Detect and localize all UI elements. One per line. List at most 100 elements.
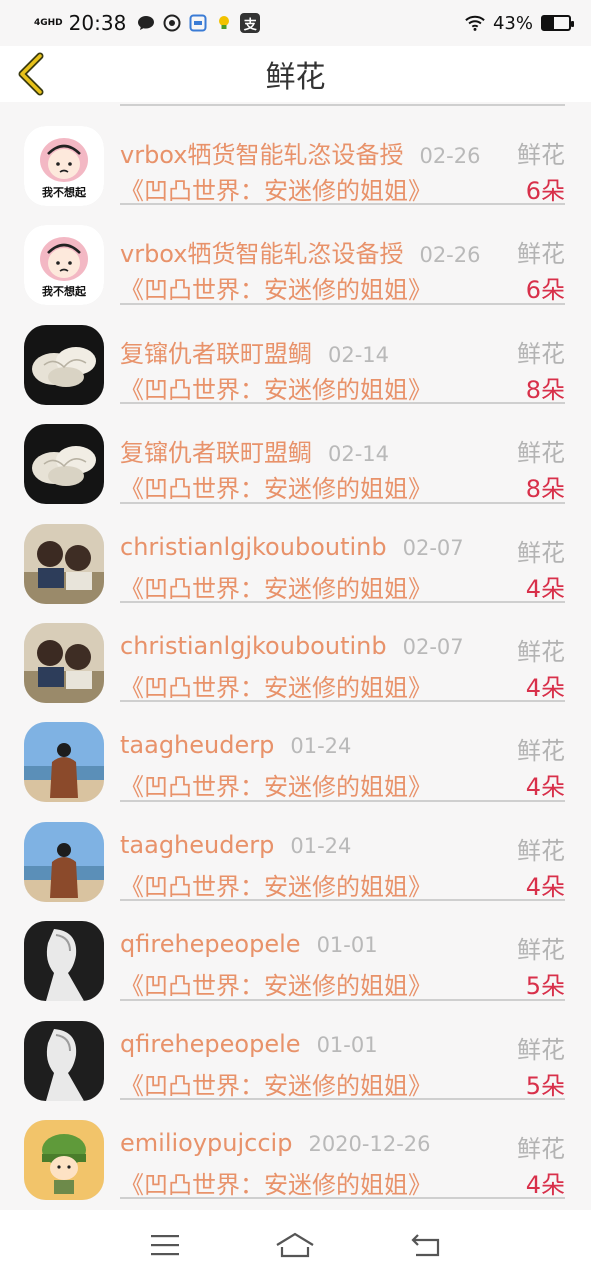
avatar-caption: 我不想起 xyxy=(42,285,86,299)
list-item[interactable]: christianlgjkouboutinb 02-07 鲜花《凹凸世界：安迷修的姐… xyxy=(0,603,591,703)
gift-count: 8朵 xyxy=(525,475,565,504)
book-title: 《凹凸世界：安迷修的姐姐》 xyxy=(120,375,432,404)
avatar[interactable] xyxy=(24,1119,104,1200)
sender-name-text: 复镩仇者联町盟鲷 xyxy=(120,339,312,368)
sender-name-text: vrbox牺货智能轧恣设备授 xyxy=(120,141,404,169)
sender-name-text: vrbox牺货智能轧恣设备授 xyxy=(120,240,404,269)
list-item[interactable]: 复镩仇者联町盟鲷 02-14 鲜花《凹凸世界：安迷修的姐姐》 8朵 xyxy=(0,404,591,505)
book-title: 《凹凸世界：安迷修的姐姐》 xyxy=(120,773,432,802)
gift-date: 02-26 xyxy=(419,144,481,168)
gift-count: 8朵 xyxy=(525,375,565,404)
system-back-button[interactable] xyxy=(396,1220,456,1270)
home-icon xyxy=(276,1232,315,1258)
sender-name-text: qfirehepeopele xyxy=(120,930,301,959)
list-item[interactable]: 我不想起 vrbox牺货智能轧恣设备授 02-26 鲜花《凹凸世界：安迷修的姐姐》 6朵 xyxy=(0,106,591,206)
gift-list[interactable]: 我不想起 vrbox牺货智能轧恣设备授 02-26 鲜花 《凹凸世界：安迷修的姐姐》 6朵… xyxy=(0,102,591,1210)
sender-name-text: taagheuderp xyxy=(120,731,275,760)
sender-name-text: 复镩仇者联町盟鲷 xyxy=(120,439,312,468)
gift-date: 02-14 xyxy=(328,442,390,467)
avatar[interactable]: 我不想起 xyxy=(24,126,104,206)
gift-type: 鲜花 xyxy=(517,637,565,666)
gift-type: 鲜花 xyxy=(517,538,565,567)
gift-type: 鲜花 xyxy=(517,439,565,468)
gift-date: 02-26 xyxy=(419,243,481,268)
back-button[interactable] xyxy=(14,52,50,96)
gift-count: 4朵 xyxy=(525,872,565,901)
home-button[interactable] xyxy=(265,1220,325,1270)
battery-icon xyxy=(541,15,574,31)
list-item[interactable]: 复镩仇者联町盟鲷 02-14 鲜花 《凹凸世界：安迷修的姐姐》 8朵 xyxy=(0,305,591,405)
gift-date: 01-01 xyxy=(316,933,378,958)
wifi-icon xyxy=(465,13,485,33)
gift-date: 01-24 xyxy=(290,833,352,858)
gift-count: 6朵 xyxy=(525,177,565,205)
book-title: 《凹凸世界：安迷修的姐姐》 xyxy=(120,1071,432,1100)
gift-count: 6朵 xyxy=(525,276,565,305)
list-item[interactable]: christianlgjkouboutinb 02-07 鲜花《凹凸世界：安迷修的姐… xyxy=(0,504,591,604)
back-icon xyxy=(411,1234,439,1257)
book-title: 《凹凸世界：安迷修的姐姐》 xyxy=(120,574,432,603)
sender-name: christianlgjkouboutinb 02-07 xyxy=(120,533,464,561)
avatar[interactable] xyxy=(24,1020,104,1101)
list-item[interactable]: qfirehepeopele 01-01 鲜花 《凹凸世界：安迷修的姐姐》 5朵 xyxy=(0,1001,591,1101)
avatar[interactable] xyxy=(24,622,104,703)
gift-date: 01-01 xyxy=(316,1032,378,1057)
avatar[interactable]: 我不想起 xyxy=(24,225,104,306)
gift-type: 鲜花 xyxy=(517,240,565,269)
bulb-icon xyxy=(214,13,234,33)
app-square-icon xyxy=(188,13,208,33)
divider xyxy=(120,1197,565,1200)
sender-name-text: christianlgjkouboutinb xyxy=(120,532,387,561)
sender-name: taagheuderp 01-24 xyxy=(120,831,351,859)
sender-name: vrbox牺货智能轧恣设备授 02-26 xyxy=(120,234,480,269)
book-title: 《凹凸世界：安迷修的姐姐》 xyxy=(120,475,432,504)
avatar[interactable] xyxy=(24,523,104,604)
sender-name: taagheuderp 01-24 xyxy=(120,731,351,759)
gift-count: 4朵 xyxy=(525,773,565,802)
sender-name: emilioypujccip 2020-12-26 xyxy=(120,1129,431,1157)
gift-date: 02-14 xyxy=(328,342,390,367)
list-item[interactable]: emilioypujccip 2020-12-26 鲜花《凹凸世界：安迷修的姐姐》 4… xyxy=(0,1100,591,1200)
chevron-left-icon xyxy=(18,52,44,96)
chat-bubble-icon xyxy=(136,13,156,33)
status-time: 20:38 xyxy=(68,11,127,35)
menu-icon xyxy=(151,1235,180,1256)
sender-name: vrbox牺货智能轧恣设备授 02-26 xyxy=(120,135,480,170)
book-title: 《凹凸世界：安迷修的姐姐》 xyxy=(120,972,432,1001)
sender-name: 复镩仇者联町盟鲷 02-14 xyxy=(120,334,389,369)
menu-button[interactable] xyxy=(135,1220,195,1270)
avatar[interactable] xyxy=(24,424,104,505)
status-bar: 4GHD 20:38 支 43% xyxy=(0,0,591,46)
book-title: 《凹凸世界：安迷修的姐姐》 xyxy=(120,1170,432,1199)
book-title: 《凹凸世界：安迷修的姐姐》 xyxy=(120,177,432,205)
gift-type: 鲜花 xyxy=(517,836,565,865)
list-item[interactable]: taagheuderp 01-24 鲜花 《凹凸世界：安迷修的姐姐》 4朵 xyxy=(0,802,591,902)
avatar[interactable] xyxy=(24,921,104,1002)
gift-count: 5朵 xyxy=(525,1071,565,1100)
list-item[interactable]: qfirehepeopele 01-01 鲜花 《凹凸世界：安迷修的姐姐》 5朵 xyxy=(0,901,591,1002)
alipay-icon: 支 xyxy=(240,13,261,33)
alipay-glyph: 支 xyxy=(243,17,257,33)
sender-name: 复镩仇者联町盟鲷 02-14 xyxy=(120,433,389,468)
app-circle-icon xyxy=(162,13,182,33)
gift-type: 鲜花 xyxy=(517,737,565,766)
avatar[interactable] xyxy=(24,722,104,803)
book-title: 《凹凸世界：安迷修的姐姐》 xyxy=(120,673,432,702)
network-indicator: 4GHD xyxy=(34,17,63,28)
sender-name: qfirehepeopele 01-01 xyxy=(120,1030,378,1058)
sender-name-text: christianlgjkouboutinb xyxy=(120,631,387,660)
list-item[interactable]: taagheuderp 01-24 鲜花《凹凸世界：安迷修的姐姐》 4朵 xyxy=(0,702,591,803)
avatar[interactable] xyxy=(24,821,104,902)
sender-name: christianlgjkouboutinb 02-07 xyxy=(120,632,464,660)
gift-type: 鲜花 xyxy=(517,141,565,169)
gift-date: 2020-12-26 xyxy=(308,1131,431,1156)
gift-date: 01-24 xyxy=(290,734,352,759)
gift-count: 4朵 xyxy=(525,1170,565,1199)
app-header: 鲜花 xyxy=(0,46,591,102)
sender-name-text: qfirehepeopele xyxy=(120,1029,301,1058)
list-item[interactable]: 我不想起 vrbox牺货智能轧恣设备授 02-26 鲜花 《凹凸世界：安迷修的姐姐》 6朵 xyxy=(0,205,591,306)
system-nav-bar xyxy=(0,1210,591,1280)
gift-date: 02-07 xyxy=(402,535,464,560)
gift-type: 鲜花 xyxy=(517,1134,565,1163)
avatar[interactable] xyxy=(24,324,104,405)
